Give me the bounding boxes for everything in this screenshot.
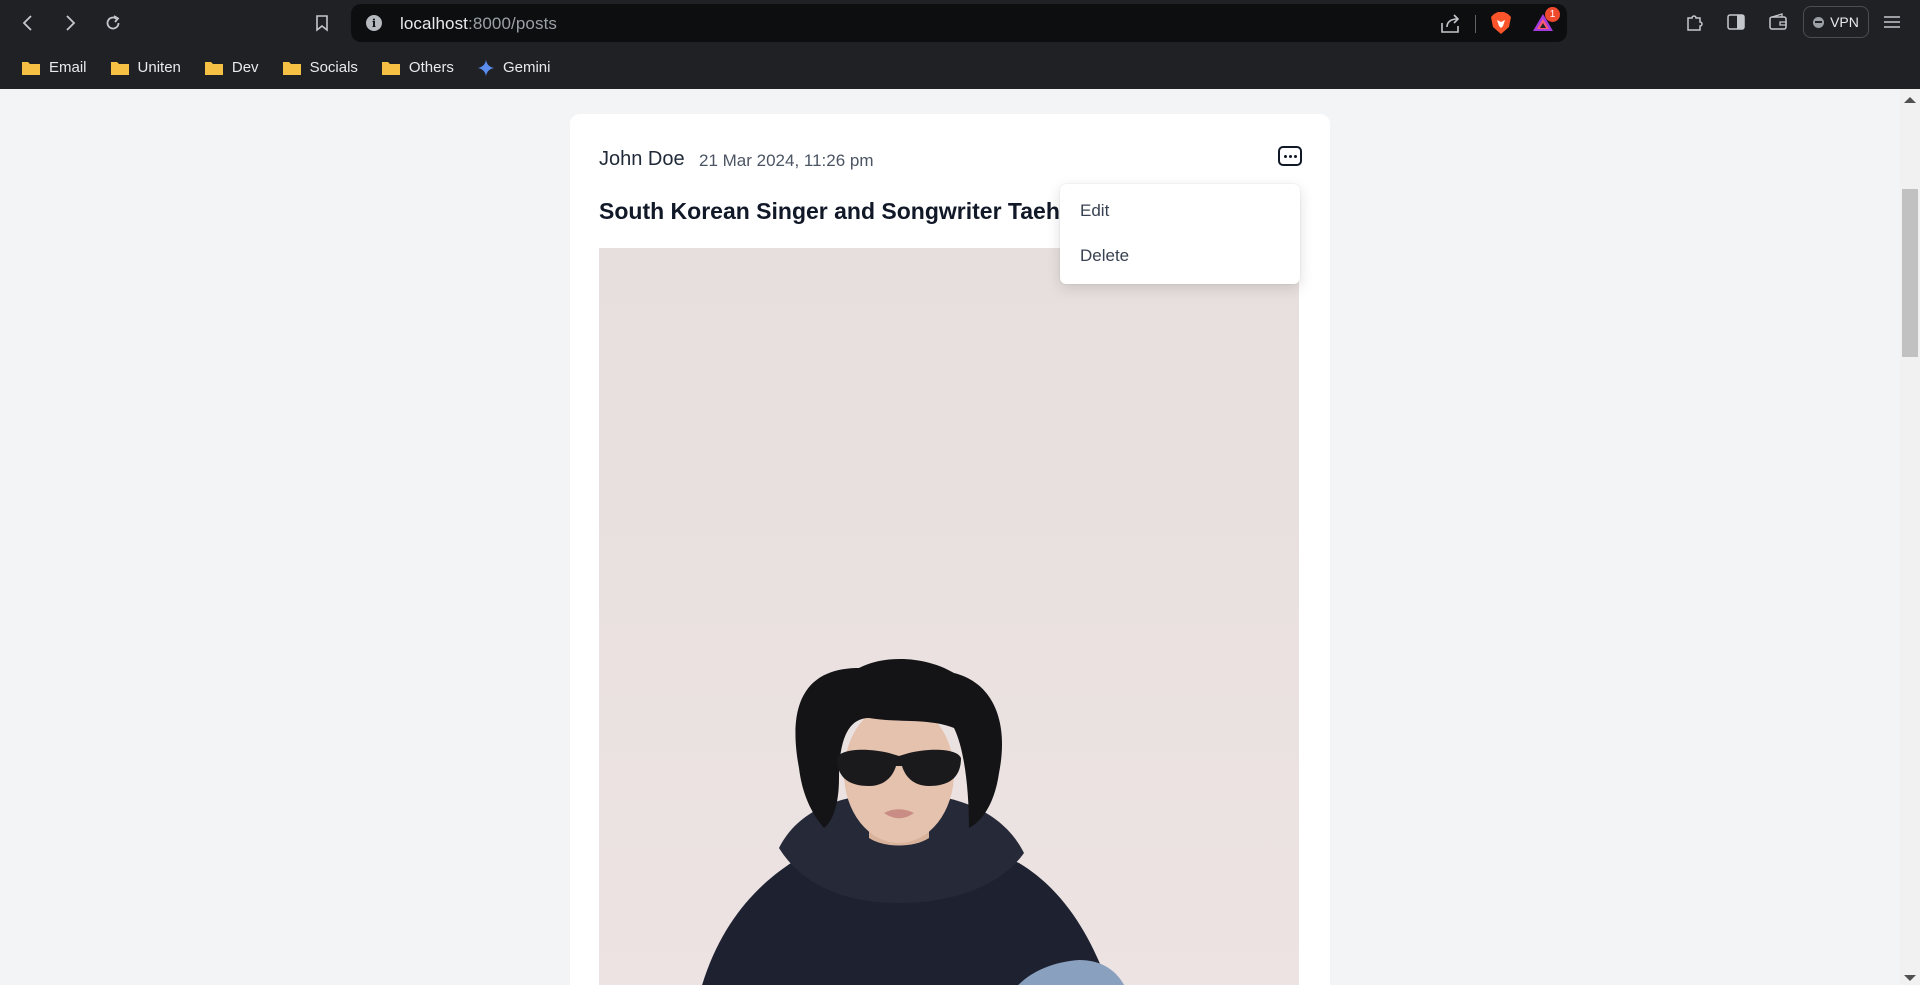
- divider: [1475, 15, 1476, 33]
- bookmark-label: Email: [49, 59, 87, 76]
- post-options-button[interactable]: [1278, 146, 1302, 166]
- folder-icon: [381, 61, 400, 75]
- vpn-label: VPN: [1830, 14, 1859, 30]
- forward-button[interactable]: [56, 9, 84, 37]
- scrollbar-thumb[interactable]: [1902, 189, 1918, 357]
- scroll-up-arrow[interactable]: [1904, 97, 1916, 103]
- post-date: 21 Mar 2024, 11:26 pm: [699, 151, 874, 170]
- dot: [1283, 154, 1287, 158]
- dot: [1293, 154, 1297, 158]
- bookmark-label: Dev: [231, 59, 259, 76]
- reload-button[interactable]: [99, 9, 127, 37]
- bookmark-email[interactable]: Email: [17, 53, 91, 83]
- bookmark-dev[interactable]: Dev: [200, 53, 263, 83]
- bookmark-label: Socials: [309, 59, 358, 76]
- share-icon[interactable]: [1439, 13, 1461, 35]
- menu-item-edit[interactable]: Edit: [1080, 201, 1109, 221]
- page-content: John Doe 21 Mar 2024, 11:26 pm South Kor…: [0, 89, 1900, 985]
- wallet-icon: [1769, 13, 1787, 30]
- brave-shields-icon[interactable]: [1490, 11, 1512, 35]
- bookmark-label: Uniten: [137, 59, 181, 76]
- sidebar-toggle-button[interactable]: [1724, 10, 1748, 34]
- folder-icon: [22, 61, 40, 75]
- wallet-button[interactable]: [1766, 10, 1790, 34]
- menu-item-delete[interactable]: Delete: [1080, 246, 1129, 266]
- bookmark-button[interactable]: [308, 9, 336, 37]
- back-button[interactable]: [14, 9, 42, 37]
- gemini-sparkle-icon: [477, 59, 495, 76]
- post-image: [599, 248, 1299, 985]
- reload-icon: [106, 15, 120, 30]
- bookmarks-bar: Email Uniten Dev Socials Others Gemini: [0, 46, 1920, 89]
- rewards-badge: 1: [1545, 7, 1560, 22]
- puzzle-icon: [1687, 15, 1703, 31]
- bookmark-others[interactable]: Others: [377, 53, 458, 83]
- scroll-down-arrow[interactable]: [1904, 975, 1916, 981]
- portrait-photo: [599, 248, 1299, 985]
- folder-icon: [282, 61, 301, 75]
- vpn-button[interactable]: VPN: [1803, 6, 1869, 38]
- url-text[interactable]: localhost:8000/posts: [400, 14, 557, 34]
- post-author: John Doe: [599, 148, 685, 170]
- folder-icon: [204, 61, 223, 75]
- post-title: South Korean Singer and Songwriter Taehy…: [599, 198, 1059, 224]
- site-info-icon[interactable]: i: [366, 15, 382, 31]
- bookmark-socials[interactable]: Socials: [278, 53, 362, 83]
- browser-toolbar: i localhost:8000/posts 1 VPN: [0, 0, 1920, 46]
- chevron-right-icon: [66, 15, 76, 31]
- chevron-left-icon: [22, 15, 32, 31]
- hamburger-menu-icon: [1884, 16, 1900, 28]
- folder-icon: [110, 61, 129, 75]
- extensions-button[interactable]: [1683, 10, 1707, 34]
- bookmark-gemini[interactable]: Gemini: [473, 53, 555, 83]
- address-bar[interactable]: i localhost:8000/posts 1: [351, 4, 1567, 42]
- vpn-status-icon: [1813, 16, 1825, 28]
- bookmark-uniten[interactable]: Uniten: [106, 53, 185, 83]
- bookmark-label: Others: [408, 59, 454, 76]
- bookmark-icon: [316, 15, 328, 32]
- sidebar-icon: [1727, 14, 1745, 30]
- post-options-menu: Edit Delete: [1060, 184, 1300, 284]
- bookmark-label: Gemini: [502, 59, 551, 76]
- main-menu-button[interactable]: [1880, 10, 1904, 34]
- dot: [1288, 154, 1292, 158]
